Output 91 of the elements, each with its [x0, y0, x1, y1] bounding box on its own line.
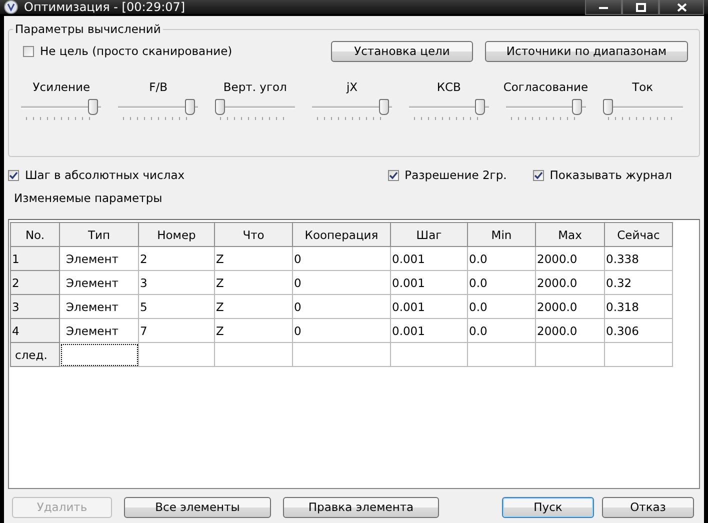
- dialog-button[interactable]: Установка цели: [331, 40, 473, 62]
- group-title: Параметры вычислений: [13, 22, 163, 36]
- table-cell: 0: [292, 246, 390, 270]
- table-cell: 0.001: [390, 318, 468, 342]
- table-cell: 2: [138, 246, 214, 270]
- slider[interactable]: [118, 98, 198, 120]
- table-cell: Z: [214, 246, 292, 270]
- column-header[interactable]: Тип: [60, 222, 138, 246]
- slider-label: jX: [346, 80, 358, 96]
- checkbox[interactable]: [8, 170, 19, 180]
- row-header[interactable]: 2: [10, 270, 60, 294]
- dialog-button[interactable]: Пуск: [502, 496, 594, 518]
- dialog-button[interactable]: Все элементы: [124, 496, 271, 518]
- slider-thumb[interactable]: [475, 99, 486, 115]
- table-cell: 0.306: [604, 318, 672, 342]
- table-cell: 0: [292, 318, 390, 342]
- row-header[interactable]: 3: [10, 294, 60, 318]
- checkbox-label: Шаг в абсолютных числах: [25, 168, 185, 182]
- table-cell: 2000.0: [536, 270, 604, 294]
- table-cell: 0.338: [604, 246, 672, 270]
- slider-label: F/B: [149, 80, 168, 96]
- app-icon: [4, 0, 18, 14]
- dialog-button[interactable]: Отказ: [602, 496, 694, 518]
- table-cell: 2000.0: [536, 246, 604, 270]
- table-cell: Элемент: [60, 246, 138, 270]
- table-cell: 0.32: [604, 270, 672, 294]
- slider-label: Ток: [632, 80, 654, 96]
- column-header[interactable]: Кооперация: [292, 222, 390, 246]
- table-cell: 2000.0: [536, 294, 604, 318]
- dialog-button[interactable]: Правка элемента: [283, 496, 439, 518]
- column-header[interactable]: No.: [10, 222, 60, 246]
- table-cell: 0: [292, 270, 390, 294]
- table-cell: 0: [292, 294, 390, 318]
- table-cell: 0.001: [390, 294, 468, 318]
- column-header[interactable]: Что: [214, 222, 292, 246]
- table-cell: 3: [138, 270, 214, 294]
- table-cell: 5: [138, 294, 214, 318]
- row-header[interactable]: 1: [10, 246, 60, 270]
- table-cell: Элемент: [60, 270, 138, 294]
- slider-label: Согласование: [503, 80, 588, 96]
- column-header[interactable]: Min: [468, 222, 536, 246]
- minimize-icon: [599, 6, 608, 8]
- window-title: Оптимизация - [00:29:07]: [24, 0, 186, 14]
- close-icon: [676, 2, 686, 12]
- column-header[interactable]: Max: [536, 222, 604, 246]
- section-label: Изменяемые параметры: [14, 191, 164, 207]
- row-header[interactable]: 4: [10, 318, 60, 342]
- table-cell: 0.001: [390, 270, 468, 294]
- column-header[interactable]: Сейчас: [604, 222, 672, 246]
- slider[interactable]: [602, 98, 683, 120]
- table-cell: 0.0: [468, 318, 536, 342]
- checkbox[interactable]: [23, 46, 34, 56]
- checkbox[interactable]: [532, 170, 544, 180]
- table-cell: Z: [214, 294, 292, 318]
- table-cell: 7: [138, 318, 214, 342]
- table-cell: 2000.0: [536, 318, 604, 342]
- slider[interactable]: [506, 98, 586, 120]
- checkbox[interactable]: [388, 170, 399, 180]
- table-cell: Z: [214, 318, 292, 342]
- table-cell: 0.0: [468, 246, 536, 270]
- column-header[interactable]: Номер: [138, 222, 214, 246]
- slider-label: Верт. угол: [223, 80, 287, 96]
- slider-thumb[interactable]: [184, 99, 195, 115]
- checkbox-label: Показывать журнал: [550, 168, 672, 182]
- slider[interactable]: [21, 98, 102, 120]
- checkbox-label: Разрешение 2гр.: [404, 168, 507, 182]
- table-cell: Элемент: [60, 318, 138, 342]
- table-cell: Z: [214, 270, 292, 294]
- slider-thumb[interactable]: [378, 99, 388, 115]
- column-header[interactable]: Шаг: [390, 222, 468, 246]
- minimize-button[interactable]: [585, 0, 622, 15]
- slider-thumb[interactable]: [602, 99, 613, 115]
- table-cell: 0.0: [468, 270, 536, 294]
- maximize-button[interactable]: [622, 0, 659, 15]
- close-button[interactable]: [659, 0, 704, 15]
- table-cell: 0.0: [468, 294, 536, 318]
- slider-label: Усиление: [32, 80, 90, 96]
- slider-thumb[interactable]: [88, 99, 98, 115]
- table-cell: 0.001: [390, 246, 468, 270]
- slider-thumb[interactable]: [572, 99, 582, 115]
- maximize-icon: [636, 2, 646, 12]
- checkbox-label: Не цель (просто сканирование): [40, 44, 232, 58]
- row-header[interactable]: след.: [10, 342, 60, 366]
- slider[interactable]: [312, 98, 392, 120]
- table-cell: 0.318: [604, 294, 672, 318]
- table-cell: Элемент: [60, 294, 138, 318]
- slider[interactable]: [215, 98, 296, 120]
- slider-thumb[interactable]: [215, 99, 226, 115]
- slider-label: КСВ: [436, 80, 461, 96]
- dialog-button[interactable]: Источники по диапазонам: [485, 40, 688, 62]
- slider[interactable]: [408, 98, 489, 120]
